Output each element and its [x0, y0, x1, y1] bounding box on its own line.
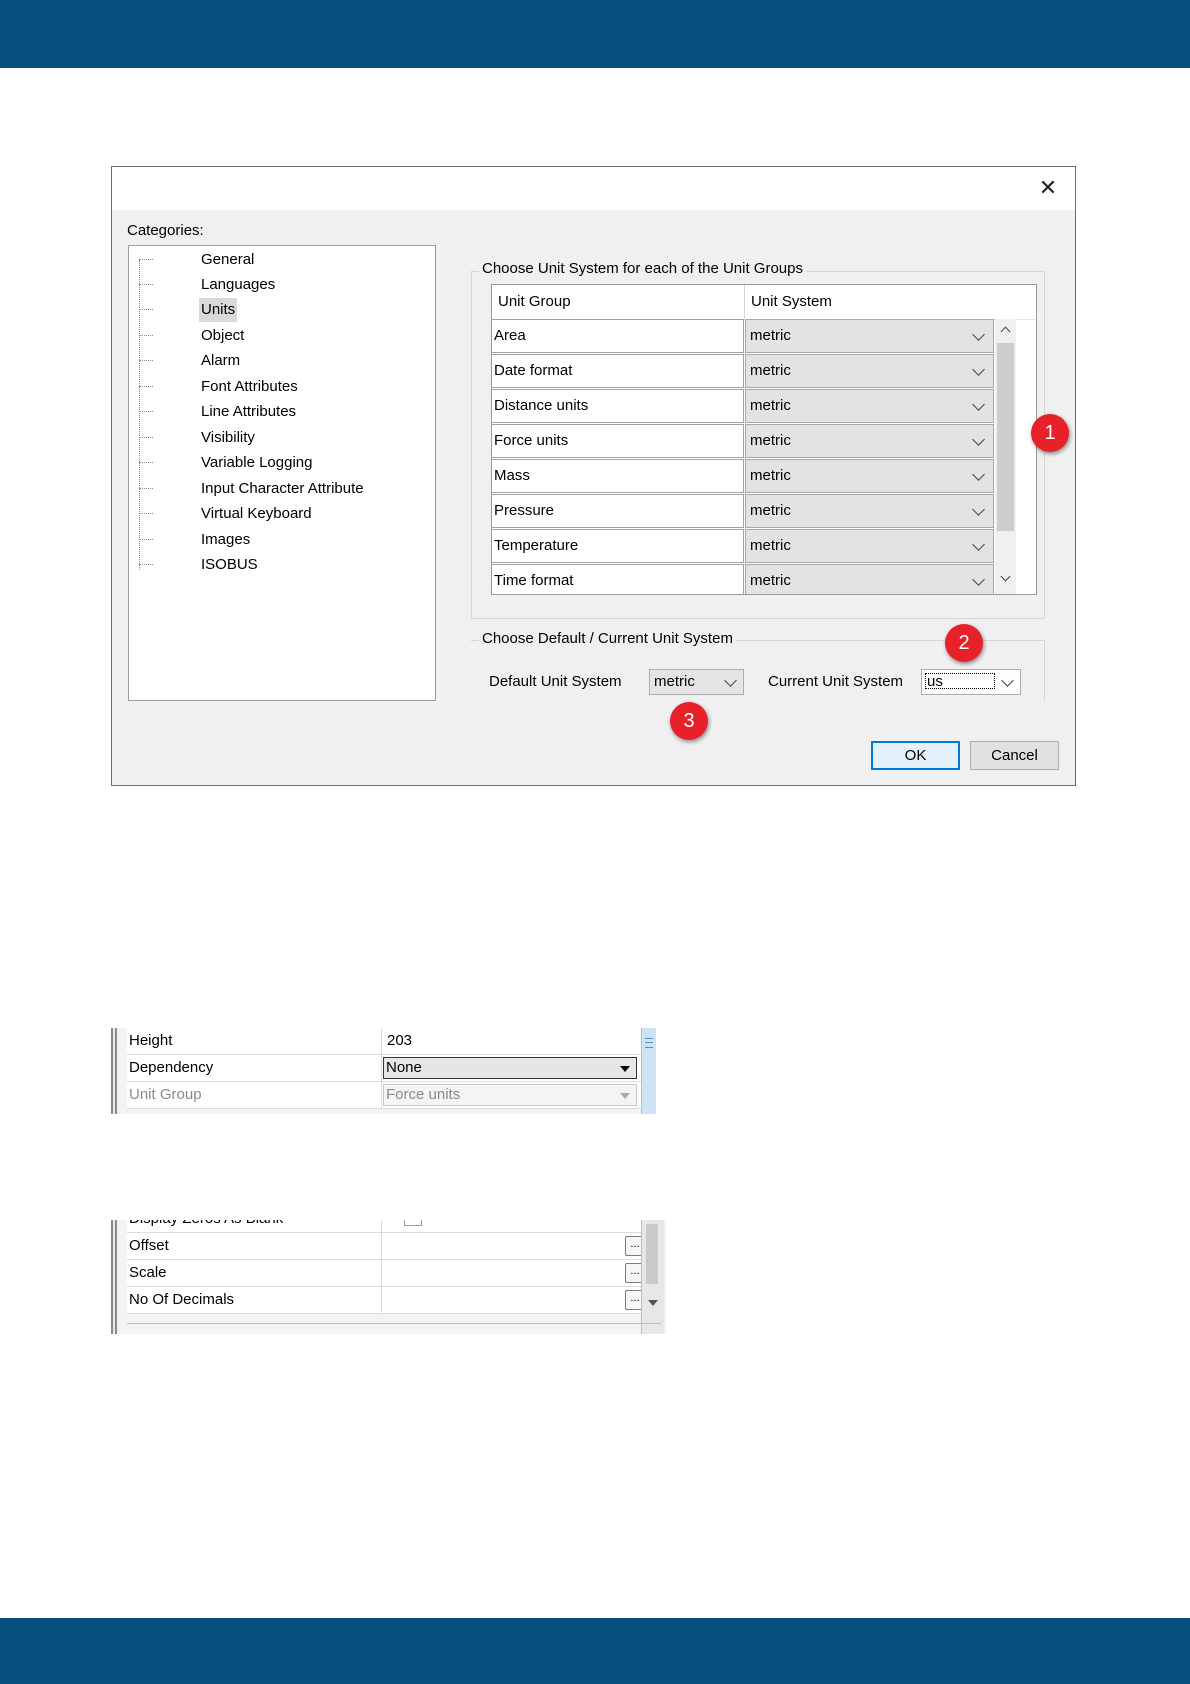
- default-current-title: Choose Default / Current Unit System: [479, 630, 736, 647]
- grid-scrollbar[interactable]: [995, 319, 1016, 594]
- default-unit-system-select[interactable]: metric: [649, 669, 744, 695]
- unit-groups-title: Choose Unit System for each of the Unit …: [479, 260, 806, 277]
- unit-group-dropdown: Force units: [383, 1084, 637, 1106]
- ok-button[interactable]: OK: [871, 741, 960, 770]
- tree-line: [139, 260, 140, 570]
- table-row: Mass metric: [492, 459, 994, 494]
- unit-system-select[interactable]: metric: [745, 564, 994, 594]
- current-unit-system-select[interactable]: us: [921, 669, 1021, 695]
- chevron-down-icon: [972, 503, 985, 516]
- column-header-unit-group: Unit Group: [498, 293, 571, 310]
- table-row: Pressure metric: [492, 494, 994, 529]
- unit-system-select[interactable]: metric: [745, 529, 994, 563]
- chevron-down-icon: [972, 398, 985, 411]
- dialog-titlebar: ✕: [112, 167, 1075, 210]
- dependency-dropdown[interactable]: None: [383, 1057, 637, 1079]
- divider: [127, 1323, 661, 1324]
- property-row-height[interactable]: Height 203: [127, 1028, 641, 1055]
- unit-system-select[interactable]: metric: [745, 354, 994, 388]
- property-row-unit-group[interactable]: Unit Group Force units: [127, 1082, 641, 1109]
- table-row: Distance units metric: [492, 389, 994, 424]
- chevron-down-icon: [972, 363, 985, 376]
- property-name: Display Zeros As Blank: [129, 1220, 283, 1232]
- property-row-dependency[interactable]: Dependency None: [127, 1055, 641, 1082]
- default-unit-system-label: Default Unit System: [489, 673, 622, 690]
- unit-system-select[interactable]: metric: [745, 319, 994, 353]
- unit-group-cell: Distance units: [492, 389, 744, 423]
- chevron-down-icon: [972, 573, 985, 586]
- categories-label: Categories:: [127, 222, 204, 239]
- scroll-down-icon[interactable]: [648, 1300, 658, 1306]
- header-band: [0, 0, 1190, 68]
- panel-scrollbar[interactable]: [641, 1220, 664, 1334]
- grid-header: Unit Group Unit System: [492, 285, 1036, 320]
- property-name: Unit Group: [129, 1086, 202, 1103]
- table-row: Time format metric: [492, 564, 994, 594]
- callout-badge-1: 1: [1031, 414, 1069, 452]
- property-row-offset[interactable]: Offset ...: [127, 1233, 651, 1260]
- unit-group-cell: Area: [492, 319, 744, 353]
- property-grid-2: Display Zeros As Blank Offset ... Scale …: [111, 1220, 666, 1334]
- height-value[interactable]: 203: [387, 1028, 412, 1054]
- unit-system-select[interactable]: metric: [745, 459, 994, 493]
- footer-band: [0, 1618, 1190, 1684]
- categories-tree: General Languages Units Object Alarm Fon…: [128, 245, 436, 701]
- table-row: Date format metric: [492, 354, 994, 389]
- unit-group-cell: Temperature: [492, 529, 744, 563]
- current-unit-system-label: Current Unit System: [768, 673, 904, 690]
- chevron-down-icon: [972, 538, 985, 551]
- table-row: Force units metric: [492, 424, 994, 459]
- scroll-up-icon[interactable]: [1000, 326, 1011, 337]
- unit-group-cell: Date format: [492, 354, 744, 388]
- property-row-no-of-decimals[interactable]: No Of Decimals ...: [127, 1287, 651, 1314]
- property-row-partial[interactable]: Display Zeros As Blank: [127, 1220, 651, 1233]
- dropdown-arrow-icon: [620, 1093, 630, 1099]
- cancel-button[interactable]: Cancel: [970, 741, 1059, 770]
- panel-scrollbar[interactable]: [641, 1028, 656, 1114]
- property-name: Height: [129, 1032, 173, 1049]
- panel-edge: [111, 1028, 117, 1114]
- options-dialog: ✕ Categories: General Languages Units Ob…: [111, 166, 1076, 786]
- unit-system-select[interactable]: metric: [745, 494, 994, 528]
- unit-system-select[interactable]: metric: [745, 389, 994, 423]
- property-name: No Of Decimals: [129, 1291, 235, 1308]
- property-row-scale[interactable]: Scale ...: [127, 1260, 651, 1287]
- table-row: Area metric: [492, 319, 994, 354]
- panel-edge: [111, 1220, 117, 1334]
- scroll-down-icon[interactable]: [1000, 571, 1011, 582]
- callout-badge-3: 3: [670, 702, 708, 740]
- unit-group-cell: Pressure: [492, 494, 744, 528]
- chevron-down-icon: [972, 433, 985, 446]
- chevron-down-icon: [972, 468, 985, 481]
- unit-group-cell: Time format: [492, 564, 744, 594]
- scrollbar-thumb[interactable]: [646, 1224, 658, 1284]
- column-header-unit-system: Unit System: [751, 293, 832, 310]
- unit-system-select[interactable]: metric: [745, 424, 994, 458]
- close-icon[interactable]: ✕: [1035, 175, 1061, 201]
- scrollbar-thumb[interactable]: [997, 343, 1014, 531]
- property-grid-1: Height 203 Dependency None Unit Group Fo…: [111, 1028, 656, 1114]
- table-row: Temperature metric: [492, 529, 994, 564]
- property-name: Offset: [129, 1237, 169, 1254]
- unit-group-cell: Force units: [492, 424, 744, 458]
- chevron-down-icon: [1001, 674, 1014, 687]
- property-name: Dependency: [129, 1059, 214, 1076]
- checkbox[interactable]: [404, 1220, 422, 1226]
- unit-group-cell: Mass: [492, 459, 744, 493]
- callout-badge-2: 2: [945, 624, 983, 662]
- chevron-down-icon: [972, 328, 985, 341]
- property-name: Scale: [129, 1264, 167, 1281]
- chevron-down-icon: [724, 674, 737, 687]
- unit-groups-grid: Unit Group Unit System Area metric Date …: [491, 284, 1037, 595]
- dropdown-arrow-icon: [620, 1066, 630, 1072]
